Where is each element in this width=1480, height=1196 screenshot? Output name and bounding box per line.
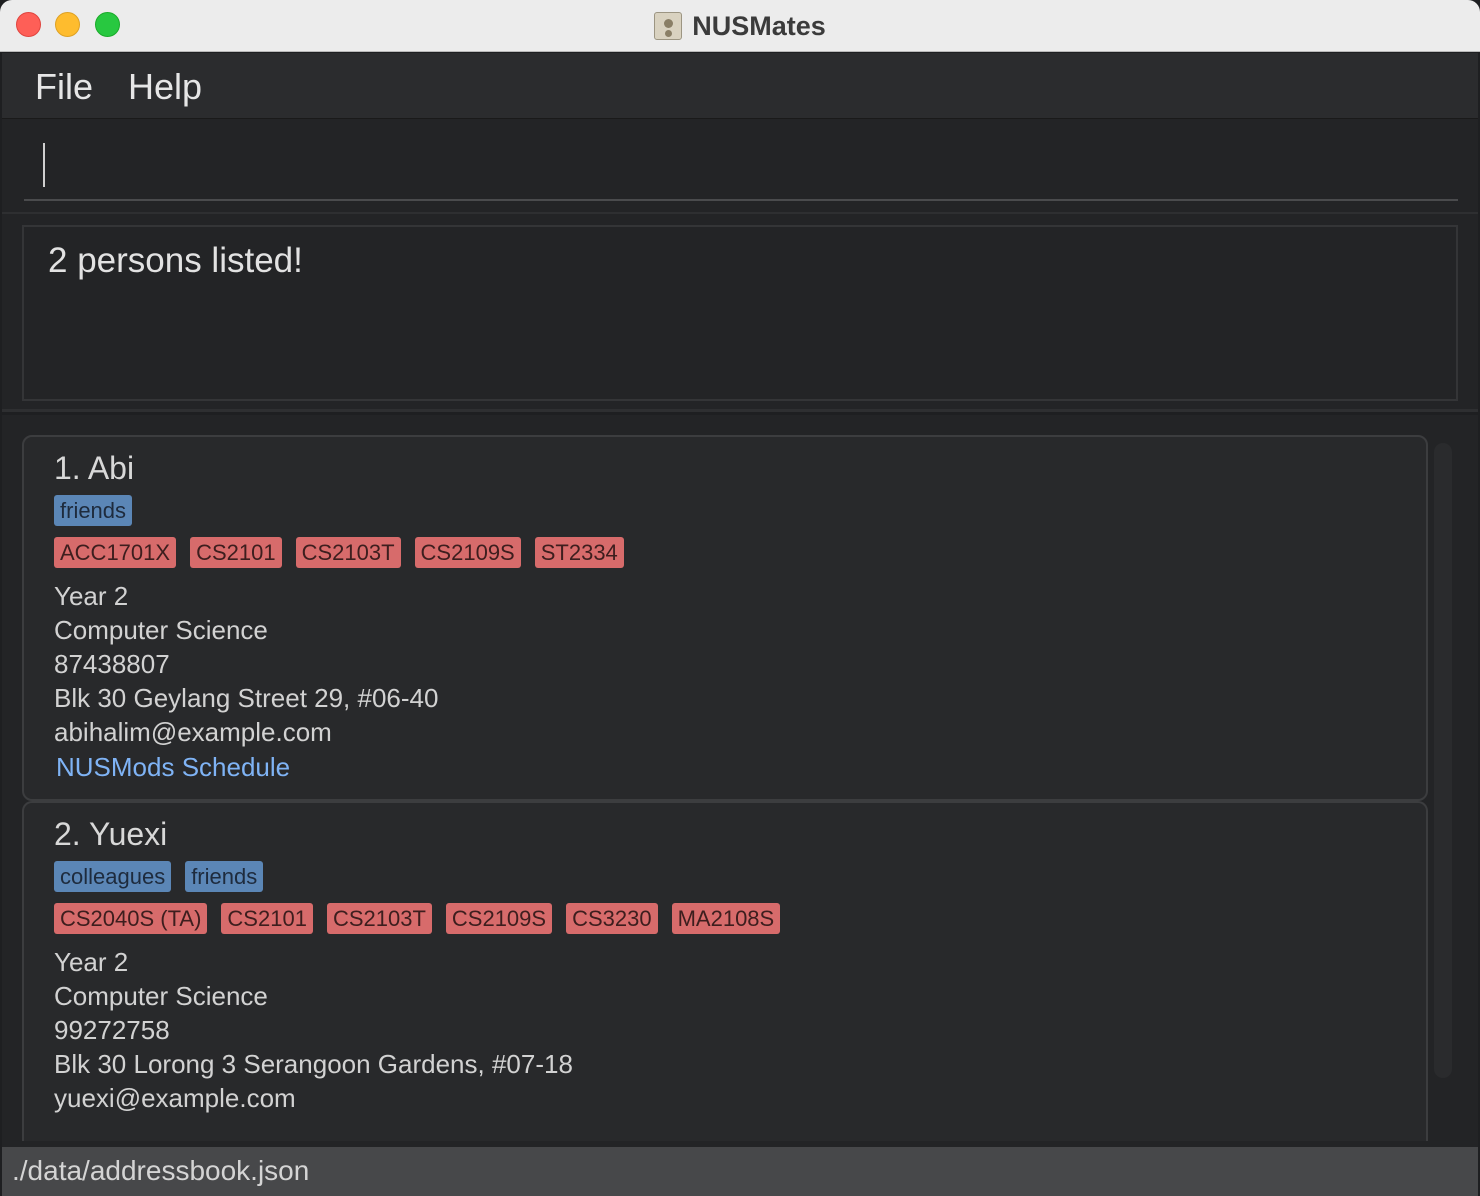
person-name: 1. Abi [54, 450, 135, 486]
status-bar: ./data/addressbook.json [2, 1147, 1478, 1196]
module-tag: CS2040S (TA) [54, 903, 208, 934]
module-list: ACC1701X CS2101 CS2103T CS2109S ST2334 [54, 537, 1396, 579]
text-caret [43, 143, 45, 187]
app-icon [654, 12, 683, 40]
person-card[interactable]: 1. Abi friends ACC1701X CS2101 CS2103T C… [22, 435, 1428, 801]
module-tag: ST2334 [534, 537, 624, 568]
tag: friends [185, 861, 264, 892]
person-email: yuexi@example.com [54, 1083, 296, 1113]
person-major: Computer Science [54, 615, 268, 645]
module-list: CS2040S (TA) CS2101 CS2103T CS2109S CS32… [54, 903, 1396, 945]
result-display-area: 2 persons listed! [2, 214, 1478, 412]
title-bar: NUSMates [0, 0, 1480, 52]
module-tag: MA2108S [671, 903, 781, 934]
person-name: 2. Yuexi [54, 816, 168, 852]
tag-list: friends [54, 495, 1396, 537]
person-year: Year 2 [54, 581, 129, 611]
module-tag: CS3230 [566, 903, 658, 934]
nusmods-schedule-link[interactable]: NUSMods Schedule [54, 749, 1396, 785]
person-email: abihalim@example.com [54, 717, 332, 747]
save-file-path: ./data/addressbook.json [12, 1155, 310, 1186]
tag-list: colleagues friends [54, 861, 1396, 903]
title-wrap: NUSMates [0, 0, 1480, 52]
result-message: 2 persons listed! [48, 241, 303, 280]
person-phone: 87438807 [54, 649, 170, 679]
person-card[interactable]: 2. Yuexi colleagues friends CS2040S (TA)… [22, 801, 1428, 1141]
module-tag: CS2101 [190, 537, 282, 568]
tag: friends [54, 495, 133, 526]
scrollbar[interactable] [1434, 443, 1452, 1078]
person-address: Blk 30 Geylang Street 29, #06-40 [54, 683, 439, 713]
tag: colleagues [54, 861, 172, 892]
menu-file[interactable]: File [35, 66, 93, 108]
menu-bar: File Help [2, 53, 1478, 119]
person-phone: 99272758 [54, 1015, 170, 1045]
module-tag: ACC1701X [54, 537, 177, 568]
module-tag: CS2101 [221, 903, 313, 934]
module-tag: CS2109S [445, 903, 553, 934]
module-tag: CS2103T [295, 537, 401, 568]
person-list[interactable]: 1. Abi friends ACC1701X CS2101 CS2103T C… [2, 415, 1478, 1147]
window-title: NUSMates [692, 10, 826, 41]
command-input[interactable] [24, 135, 1458, 201]
menu-help[interactable]: Help [128, 66, 202, 108]
module-tag: CS2109S [414, 537, 521, 568]
person-major: Computer Science [54, 981, 268, 1011]
command-box-area [2, 119, 1478, 214]
person-address: Blk 30 Lorong 3 Serangoon Gardens, #07-1… [54, 1049, 573, 1079]
person-year: Year 2 [54, 947, 129, 977]
module-tag: CS2103T [326, 903, 432, 934]
result-display: 2 persons listed! [22, 225, 1458, 401]
